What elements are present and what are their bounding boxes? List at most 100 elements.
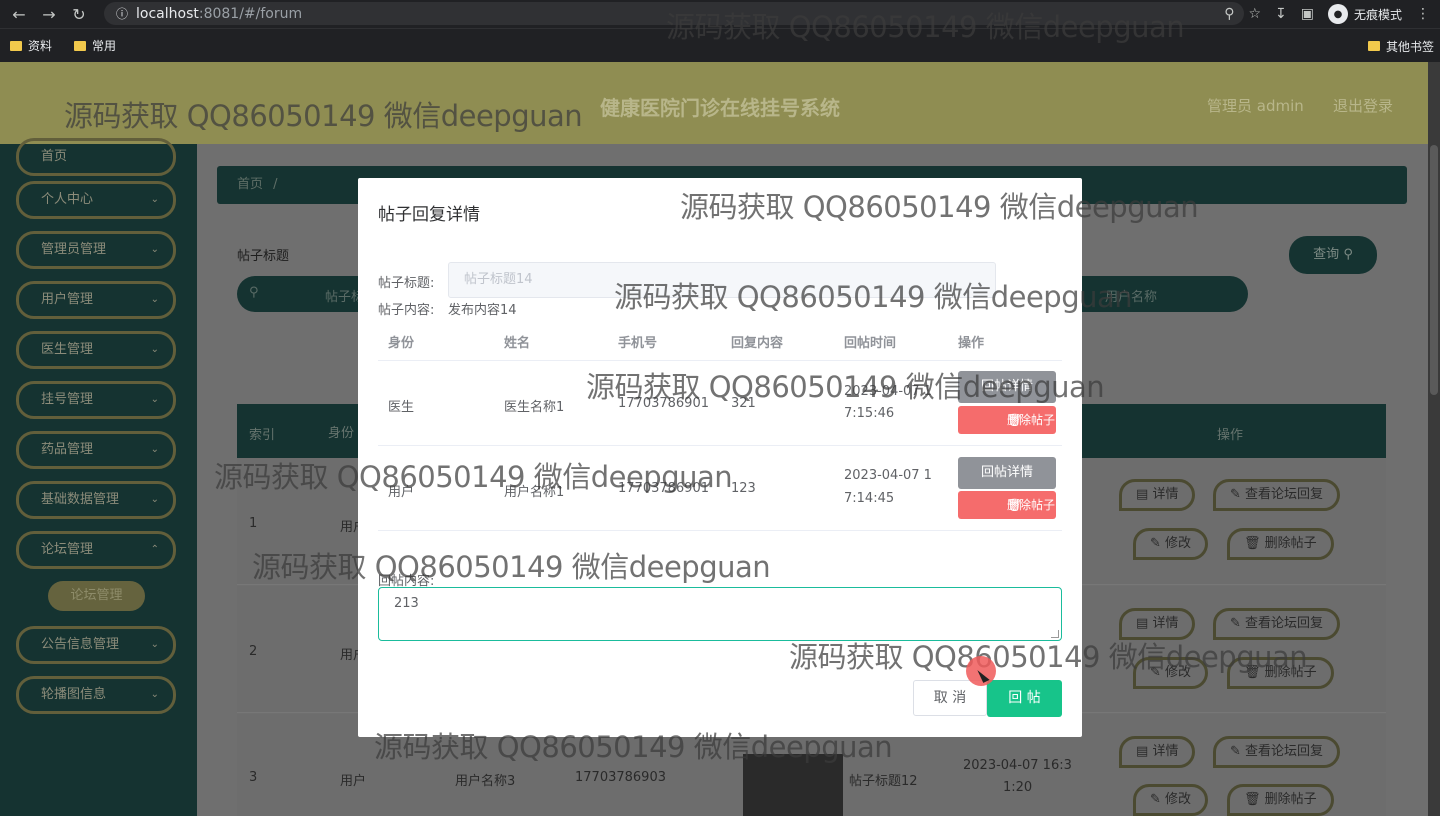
sidebar-item-drugs[interactable]: 药品管理 ⌄ xyxy=(16,431,176,469)
reply-content-value: 213 xyxy=(394,596,419,611)
column-header: 索引 xyxy=(249,428,276,443)
delete-reply-button[interactable]: 🗑 删除帖子 xyxy=(958,491,1056,519)
sidebar-item-admins[interactable]: 管理员管理 ⌄ xyxy=(16,231,176,269)
sidebar-item-label: 首页 xyxy=(41,149,68,164)
watermark: 源码获取 QQ86050149 微信deepguan xyxy=(789,640,1308,674)
detail-label: 详情 xyxy=(1152,616,1179,631)
sidebar-item-label: 基础数据管理 xyxy=(41,492,120,507)
row-phone: 17703786903 xyxy=(575,770,666,785)
dialog-title: 帖子回复详情 xyxy=(378,205,480,225)
doc-icon: ▤ xyxy=(1136,744,1149,759)
bookmark-folder[interactable]: 常用 xyxy=(74,37,116,54)
sidebar-item-profile[interactable]: 个人中心 ⌄ xyxy=(16,181,176,219)
delete-reply-button[interactable]: 🗑 删除帖子 xyxy=(958,406,1056,434)
row-time: 2023-04-07 16:3 xyxy=(963,758,1072,773)
sidebar-item-label: 管理员管理 xyxy=(41,242,107,257)
scrollbar-thumb[interactable] xyxy=(1430,145,1438,395)
query-button[interactable]: 查询 ⚲ xyxy=(1289,236,1377,274)
post-content-label: 帖子内容: xyxy=(378,303,435,318)
column-header: 身份 xyxy=(328,426,355,441)
edit-button[interactable]: ✎ 修改 xyxy=(1133,784,1209,816)
delete-button[interactable]: 🗑 删除帖子 xyxy=(1227,528,1334,560)
url-host: localhost xyxy=(136,5,199,22)
search-label: 帖子标题 xyxy=(237,249,290,264)
reload-icon[interactable]: ↻ xyxy=(64,0,94,28)
edit-label: 修改 xyxy=(1165,536,1192,551)
chevron-down-icon: ⌄ xyxy=(150,494,159,505)
delete-button[interactable]: 🗑 删除帖子 xyxy=(1227,784,1334,816)
watermark: 源码获取 QQ86050149 微信deepguan xyxy=(586,370,1105,404)
row-title: 帖子标题12 xyxy=(849,774,918,789)
post-title-label: 帖子标题: xyxy=(378,276,435,291)
post-content-value: 发布内容14 xyxy=(448,303,517,318)
sidebar-item-users[interactable]: 用户管理 ⌄ xyxy=(16,281,176,319)
sidebar-subitem-forum[interactable]: 论坛管理 xyxy=(48,581,145,611)
chevron-down-icon: ⌄ xyxy=(150,194,159,205)
sidebar-item-registration[interactable]: 挂号管理 ⌄ xyxy=(16,381,176,419)
chevron-down-icon: ⌄ xyxy=(150,639,159,650)
reply-identity: 医生 xyxy=(388,400,415,415)
chevron-down-icon: ⌄ xyxy=(150,444,159,455)
logout-link[interactable]: 退出登录 xyxy=(1333,95,1393,116)
download-icon[interactable]: ↧ xyxy=(1275,6,1287,22)
bookmark-label: 资料 xyxy=(28,39,53,53)
breadcrumb-home[interactable]: 首页 xyxy=(237,177,263,192)
edit-icon: ✎ xyxy=(1230,616,1241,631)
info-icon[interactable]: ⓘ xyxy=(116,5,128,22)
search-icon: ⚲ xyxy=(249,285,259,300)
menu-icon[interactable]: ⋮ xyxy=(1416,6,1430,22)
folder-icon xyxy=(10,40,22,51)
sidebar-item-notices[interactable]: 公告信息管理 ⌄ xyxy=(16,626,176,664)
doc-icon: ▤ xyxy=(1136,616,1149,631)
delete-reply-label: 删除帖子 xyxy=(1007,413,1056,427)
forward-icon[interactable]: → xyxy=(34,0,64,28)
watermark: 源码获取 QQ86050149 微信deepguan xyxy=(666,10,1185,44)
sidebar-item-basedata[interactable]: 基础数据管理 ⌄ xyxy=(16,481,176,519)
delete-reply-label: 删除帖子 xyxy=(1007,498,1056,512)
chevron-down-icon: ⌄ xyxy=(150,394,159,405)
query-label: 查询 xyxy=(1313,247,1340,262)
row-time: 1:20 xyxy=(1003,780,1033,795)
watermark: 源码获取 QQ86050149 微信deepguan xyxy=(680,190,1199,224)
column-header: 回帖时间 xyxy=(844,336,897,351)
sidebar-item-carousel[interactable]: 轮播图信息 ⌄ xyxy=(16,676,176,714)
star-icon[interactable]: ☆ xyxy=(1248,6,1261,22)
reply-name: 医生名称1 xyxy=(504,400,565,415)
edit-button[interactable]: ✎ 修改 xyxy=(1133,528,1209,560)
row-identity: 用户 xyxy=(340,774,367,789)
back-icon[interactable]: ← xyxy=(4,0,34,28)
reply-content-input[interactable]: 213 xyxy=(378,587,1062,641)
reply-time: 7:14:45 xyxy=(844,491,895,506)
submit-reply-button[interactable]: 回 帖 xyxy=(987,680,1062,717)
key-icon[interactable]: ⚲ xyxy=(1224,6,1234,22)
chevron-down-icon: ⌄ xyxy=(150,294,159,305)
reply-time: 2023-04-07 1 xyxy=(844,468,932,483)
detail-button[interactable]: ▤ 详情 xyxy=(1119,479,1196,511)
reply-detail-button[interactable]: 回帖详情 xyxy=(958,457,1056,489)
delete-label: 删除帖子 xyxy=(1264,792,1317,807)
sidebar-item-forum[interactable]: 论坛管理 ⌃ xyxy=(16,531,176,569)
incognito-indicator[interactable]: ● 无痕模式 xyxy=(1327,4,1402,24)
row-name: 用户名称3 xyxy=(455,774,516,789)
view-replies-label: 查看论坛回复 xyxy=(1245,487,1324,502)
row-index: 1 xyxy=(249,516,258,531)
user-label: 管理员 admin xyxy=(1207,97,1304,115)
sidebar-item-home[interactable]: 首页 xyxy=(16,138,176,176)
url-path: :8081/#/forum xyxy=(198,5,303,22)
bookmark-folder[interactable]: 资料 xyxy=(10,37,52,54)
trash-icon: 🗑 xyxy=(1244,536,1261,551)
watermark: 源码获取 QQ86050149 微信deepguan xyxy=(252,550,771,584)
detail-label: 详情 xyxy=(1152,744,1179,759)
detail-button[interactable]: ▤ 详情 xyxy=(1119,736,1196,768)
watermark: 源码获取 QQ86050149 微信deepguan xyxy=(374,730,893,764)
view-replies-button[interactable]: ✎ 查看论坛回复 xyxy=(1213,479,1341,511)
view-replies-button[interactable]: ✎ 查看论坛回复 xyxy=(1213,736,1341,768)
other-bookmarks[interactable]: 其他书签 xyxy=(1367,29,1434,63)
sidepanel-icon[interactable]: ▣ xyxy=(1301,6,1314,22)
reply-content: 123 xyxy=(731,481,756,496)
sidebar-item-label: 医生管理 xyxy=(41,342,94,357)
sidebar-item-doctors[interactable]: 医生管理 ⌄ xyxy=(16,331,176,369)
sidebar-item-label: 个人中心 xyxy=(41,192,94,207)
column-header: 回复内容 xyxy=(731,336,784,351)
sidebar-item-label: 用户管理 xyxy=(41,292,94,307)
